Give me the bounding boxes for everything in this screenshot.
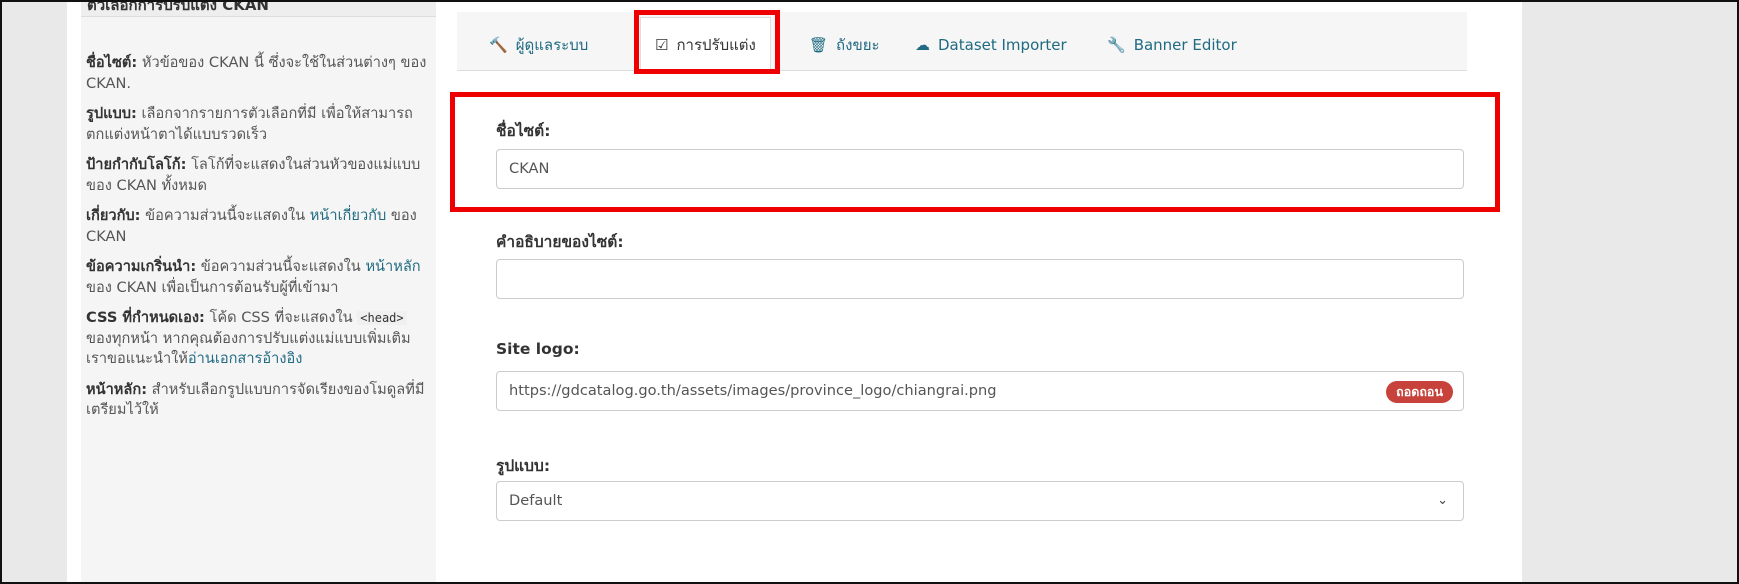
help-item-intro: ข้อความเกริ่นนำ: ข้อความส่วนนี้จะแสดงใน … [86,258,421,296]
help-item-logo: ป้ายกำกับโลโก้: โลโก้ที่จะแสดงในส่วนหัวข… [86,156,421,194]
help-item-about: เกี่ยวกับ: ข้อความส่วนนี้จะแสดงใน หน้าเก… [86,207,417,245]
tab-sysadmins[interactable]: 🔨 ผู้ดูแลระบบ [489,25,588,65]
site-title-input[interactable]: CKAN [496,149,1464,189]
chevron-down-icon: ⌄ [1437,493,1448,508]
cloud-upload-icon: ☁ [915,36,930,54]
home-page-link[interactable]: หน้าหลัก [365,258,420,275]
remove-logo-button[interactable]: ถอดถอน [1386,381,1453,403]
site-logo-label: Site logo: [496,340,580,358]
sidebar-heading: ตัวเลือกการปรับแต่ง CKAN [81,2,436,17]
tab-banner-editor[interactable]: 🔧 Banner Editor [1107,25,1237,65]
sidebar: ตัวเลือกการปรับแต่ง CKAN ชื่อไซต์: หัวข้… [81,2,436,582]
site-description-label: คำอธิบายของไซต์: [496,233,624,251]
help-item-style: รูปแบบ: เลือกจากรายการตัวเลือกที่มี เพื่… [86,105,413,143]
screenshot-frame: ตัวเลือกการปรับแต่ง CKAN ชื่อไซต์: หัวข้… [0,0,1739,584]
check-square-icon: ☑ [655,36,669,54]
help-item-site-title: ชื่อไซต์: หัวข้อของ CKAN นี้ ซึ่งจะใช้ใน… [86,54,427,92]
tab-config[interactable]: ☑ การปรับแต่ง [640,17,771,74]
help-item-custom-css: CSS ที่กำหนดเอง: โค้ด CSS ที่จะแสดงใน <h… [86,309,411,367]
style-select[interactable]: Default ⌄ [496,481,1464,521]
help-item-homepage: หน้าหลัก: สำหรับเลือกรูปแบบการจัดเรียงขอ… [86,380,425,419]
about-page-link[interactable]: หน้าเกี่ยวกับ [310,207,386,224]
site-description-input[interactable] [496,259,1464,299]
gavel-icon: 🔨 [489,36,508,54]
head-tag-code: <head> [357,311,407,325]
page: ตัวเลือกการปรับแต่ง CKAN ชื่อไซต์: หัวข้… [67,2,1522,582]
style-label: รูปแบบ: [496,457,551,475]
sidebar-heading-text: ตัวเลือกการปรับแต่ง CKAN [87,2,269,14]
tab-dataset-importer[interactable]: ☁ Dataset Importer [915,25,1067,65]
wrench-icon: 🔧 [1107,36,1126,54]
site-logo-input[interactable]: https://gdcatalog.go.th/assets/images/pr… [496,371,1464,411]
admin-tabs: 🔨 ผู้ดูแลระบบ ☑ การปรับแต่ง 🗑 ถังขยะ ☁ Datas… [457,12,1467,74]
docs-link[interactable]: อ่านเอกสารอ้างอิง [188,350,302,367]
sidebar-help: ชื่อไซต์: หัวข้อของ CKAN นี้ ซึ่งจะใช้ใน… [86,53,431,431]
config-main: 🔨 ผู้ดูแลระบบ ☑ การปรับแต่ง 🗑 ถังขยะ ☁ Datas… [457,2,1522,582]
tab-trash[interactable]: 🗑 ถังขยะ [809,25,880,65]
trash-icon: 🗑 [809,36,829,54]
site-title-label: ชื่อไซต์: [496,122,551,140]
